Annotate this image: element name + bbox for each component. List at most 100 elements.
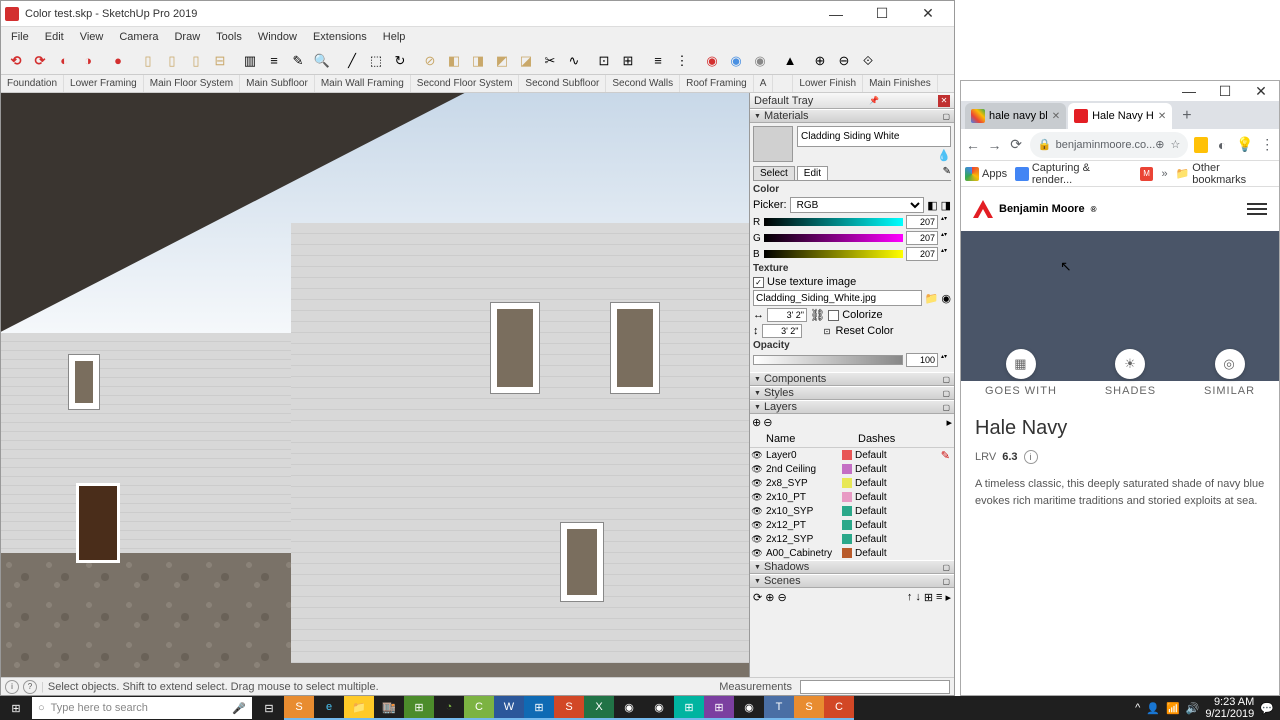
visibility-icon[interactable]: 👁 — [750, 450, 764, 461]
opacity-slider[interactable] — [753, 355, 903, 365]
maximize-button[interactable]: ☐ — [1207, 80, 1243, 102]
ext-icon[interactable]: ◐ — [1214, 136, 1230, 154]
visibility-icon[interactable]: 👁 — [750, 478, 764, 489]
picker-icon[interactable]: ◧ — [927, 199, 937, 212]
visibility-icon[interactable]: 👁 — [750, 520, 764, 531]
reset-icon[interactable]: ⊡ — [822, 326, 833, 337]
r-slider[interactable] — [764, 218, 903, 226]
tool-icon[interactable]: ◪ — [515, 50, 537, 72]
g-value[interactable] — [906, 231, 938, 245]
tab-lower-finish[interactable]: Lower Finish — [793, 75, 863, 92]
panel-components[interactable]: Components▢ — [750, 372, 954, 386]
tab-foundation[interactable]: Foundation — [1, 75, 64, 92]
reset-label[interactable]: Reset Color — [836, 325, 894, 337]
pin-icon[interactable]: 📌 — [869, 96, 879, 105]
scene-icon[interactable]: ↓ — [915, 591, 921, 604]
ext-icon[interactable]: 💡 — [1236, 136, 1253, 154]
tool-icon[interactable]: ✂ — [539, 50, 561, 72]
layer-row[interactable]: 👁2x12_SYPDefault — [750, 532, 954, 546]
tab-main-subfloor[interactable]: Main Subfloor — [240, 75, 315, 92]
tool-icon[interactable]: ◧ — [443, 50, 465, 72]
hamburger-icon[interactable] — [1247, 203, 1267, 215]
people-icon[interactable]: 👤 — [1146, 702, 1160, 715]
tool-icon[interactable]: ⊡ — [593, 50, 615, 72]
menu-camera[interactable]: Camera — [111, 29, 166, 45]
layer-color[interactable] — [842, 520, 852, 530]
tab-main-wall[interactable]: Main Wall Framing — [315, 75, 411, 92]
taskbar-app[interactable]: W — [494, 696, 524, 720]
tool-icon[interactable]: ⟲ — [5, 50, 27, 72]
bookmark-item[interactable]: Capturing & render... — [1015, 162, 1132, 186]
tool-icon[interactable]: ⟳ — [29, 50, 51, 72]
task-view-icon[interactable]: ⊟ — [254, 696, 284, 720]
taskbar-app[interactable]: ◔ — [434, 696, 464, 720]
titlebar[interactable]: Color test.skp - SketchUp Pro 2019 — ☐ ✕ — [1, 1, 954, 27]
tab-roof-framing[interactable]: Roof Framing — [680, 75, 754, 92]
tool-icon[interactable]: ╱ — [341, 50, 363, 72]
shades-button[interactable]: ☀ SHADES — [1105, 349, 1156, 397]
tool-icon[interactable]: ◩ — [491, 50, 513, 72]
tool-icon[interactable]: 🔍 — [311, 50, 333, 72]
tab-second-floor[interactable]: Second Floor System — [411, 75, 520, 92]
taskbar-app[interactable]: T — [764, 696, 794, 720]
tool-icon[interactable]: ⊕ — [809, 50, 831, 72]
panel-shadows[interactable]: Shadows▢ — [750, 560, 954, 574]
taskbar-app[interactable]: C — [464, 696, 494, 720]
scene-icon[interactable]: ⊕ — [765, 591, 774, 604]
notifications-icon[interactable]: 💬 — [1260, 702, 1274, 715]
taskbar-app[interactable]: ◉ — [734, 696, 764, 720]
tab-second-walls[interactable]: Second Walls — [606, 75, 680, 92]
layer-row[interactable]: 👁2nd CeilingDefault — [750, 462, 954, 476]
texture-file-input[interactable] — [753, 290, 922, 306]
taskbar-app[interactable]: S — [794, 696, 824, 720]
measurements-input[interactable] — [800, 680, 950, 694]
taskbar-app[interactable]: ⊞ — [704, 696, 734, 720]
apps-button[interactable]: Apps — [965, 167, 1007, 181]
close-button[interactable]: ✕ — [1243, 80, 1279, 102]
scene-icon[interactable]: ⟳ — [753, 591, 762, 604]
tool-icon[interactable]: ▥ — [239, 50, 261, 72]
similar-button[interactable]: ◎ SIMILAR — [1204, 349, 1255, 397]
layer-color[interactable] — [842, 548, 852, 558]
close-tab-icon[interactable]: ✕ — [1052, 111, 1060, 122]
overflow-icon[interactable]: » — [1161, 168, 1167, 180]
tool-icon[interactable]: ⊘ — [419, 50, 441, 72]
tool-icon[interactable]: ≡ — [263, 50, 285, 72]
b-slider[interactable] — [764, 250, 903, 258]
panel-materials[interactable]: Materials▢ — [750, 109, 954, 123]
layer-color[interactable] — [842, 478, 852, 488]
tool-icon[interactable]: ⊖ — [833, 50, 855, 72]
star-icon[interactable]: ☆ — [1171, 138, 1181, 151]
menu-extensions[interactable]: Extensions — [305, 29, 375, 45]
eyedropper-icon[interactable]: 💧 — [937, 149, 951, 162]
tool-icon[interactable]: ▯ — [161, 50, 183, 72]
back-button[interactable]: ← — [965, 136, 981, 154]
tool-icon[interactable]: ● — [107, 50, 129, 72]
network-icon[interactable]: 📶 — [1166, 702, 1180, 715]
scene-icon[interactable]: ⊞ — [924, 591, 933, 604]
browser-tab[interactable]: hale navy bl ✕ — [965, 103, 1066, 129]
bm-logo[interactable]: Benjamin Moore® — [973, 200, 1096, 218]
pencil-icon[interactable]: ✎ — [943, 166, 951, 180]
menu-view[interactable]: View — [72, 29, 112, 45]
menu-help[interactable]: Help — [375, 29, 414, 45]
viewport[interactable] — [1, 93, 749, 677]
taskbar-app[interactable]: 🏬 — [374, 696, 404, 720]
panel-layers[interactable]: Layers▢ — [750, 400, 954, 414]
tool-icon[interactable]: ⟐ — [857, 50, 879, 72]
tool-icon[interactable]: ≡ — [647, 50, 669, 72]
layer-color[interactable] — [842, 506, 852, 516]
col-name[interactable]: Name — [764, 432, 842, 446]
start-button[interactable]: ⊞ — [0, 696, 32, 720]
address-bar[interactable]: 🔒 benjaminmoore.co... ⊕ ☆ — [1030, 132, 1188, 158]
tool-icon[interactable]: ⊞ — [617, 50, 639, 72]
taskbar-app[interactable]: ◉ — [614, 696, 644, 720]
texture-icon[interactable]: ◉ — [941, 292, 951, 305]
minimize-button[interactable]: — — [814, 3, 858, 25]
scene-icon[interactable]: ▸ — [945, 591, 951, 604]
layer-row[interactable]: 👁2x10_SYPDefault — [750, 504, 954, 518]
texture-width[interactable] — [767, 308, 807, 322]
panel-scenes[interactable]: Scenes▢ — [750, 574, 954, 588]
taskbar-app[interactable]: S — [554, 696, 584, 720]
tool-icon[interactable]: ◑ — [77, 50, 99, 72]
